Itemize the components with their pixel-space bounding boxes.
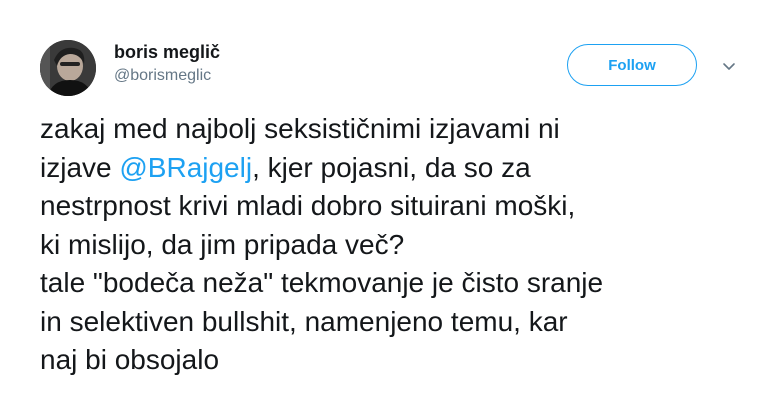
tweet-text-line: ki mislijo, da jim pripada več? [40, 228, 405, 260]
tweet-text-line: nestrpnost krivi mladi dobro situirani m… [40, 190, 576, 221]
tweet-text-line: naj bi obsojalo [40, 344, 220, 375]
author-block: boris meglič @borismeglic [114, 41, 220, 86]
tweet-card: boris meglič @borismeglic Follow zakaj m… [0, 0, 772, 404]
mention-link[interactable]: @BRajgelj [119, 152, 252, 183]
avatar[interactable] [40, 40, 96, 96]
display-name[interactable]: boris meglič [114, 41, 220, 63]
follow-button[interactable]: Follow [567, 44, 697, 86]
tweet-text-line: in selektiven bullshit, namenjeno temu, … [40, 305, 568, 337]
tweet-text-line: izjave @BRajgelj, kjer pojasni, da so za [40, 149, 740, 188]
avatar-image [40, 40, 96, 96]
tweet-text: zakaj med najbolj seksističnimi izjavami… [40, 110, 740, 380]
tweet-text-line: zakaj med najbolj seksističnimi izjavami… [40, 113, 560, 144]
tweet-text-segment: izjave [40, 151, 120, 183]
tweet-text-segment: , kjer pojasni, da so za [252, 151, 531, 183]
user-handle[interactable]: @borismeglic [114, 66, 220, 86]
chevron-down-icon[interactable] [721, 58, 737, 74]
tweet-text-line: tale "bodeča neža" tekmovanje je čisto s… [40, 267, 604, 298]
